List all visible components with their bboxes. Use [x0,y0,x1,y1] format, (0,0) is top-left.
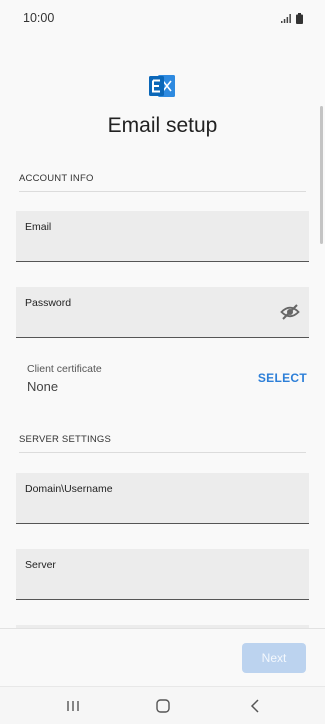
email-field[interactable]: Email [16,211,309,262]
account-info-header: ACCOUNT INFO [19,173,306,192]
client-certificate-value: None [27,379,59,394]
battery-icon [296,12,303,24]
select-certificate-button[interactable]: SELECT [258,371,307,385]
server-field[interactable]: Server [16,549,309,600]
setup-form[interactable]: Email setup ACCOUNT INFO Email Password … [0,36,325,628]
status-time: 10:00 [23,11,55,25]
next-button[interactable]: Next [242,643,306,673]
recents-icon[interactable] [63,697,83,715]
server-field-label: Server [25,559,56,571]
status-icons [281,12,303,24]
home-icon[interactable] [153,697,173,715]
server-settings-header: SERVER SETTINGS [19,434,306,453]
client-certificate-row: Client certificate None SELECT [27,363,307,399]
back-icon[interactable] [245,697,265,715]
page-title: Email setup [107,114,218,137]
exchange-logo-icon [149,75,175,97]
eye-off-icon[interactable] [280,303,300,321]
bottom-action-bar: Next [0,628,325,686]
email-field-label: Email [25,221,52,233]
navigation-bar [0,686,325,724]
domain-username-field-label: Domain\Username [25,483,113,495]
signal-icon [281,13,291,23]
domain-username-field[interactable]: Domain\Username [16,473,309,524]
client-certificate-label: Client certificate [27,363,102,375]
status-bar: 10:00 [0,0,325,36]
password-field[interactable]: Password [16,287,309,338]
password-field-label: Password [25,297,72,309]
